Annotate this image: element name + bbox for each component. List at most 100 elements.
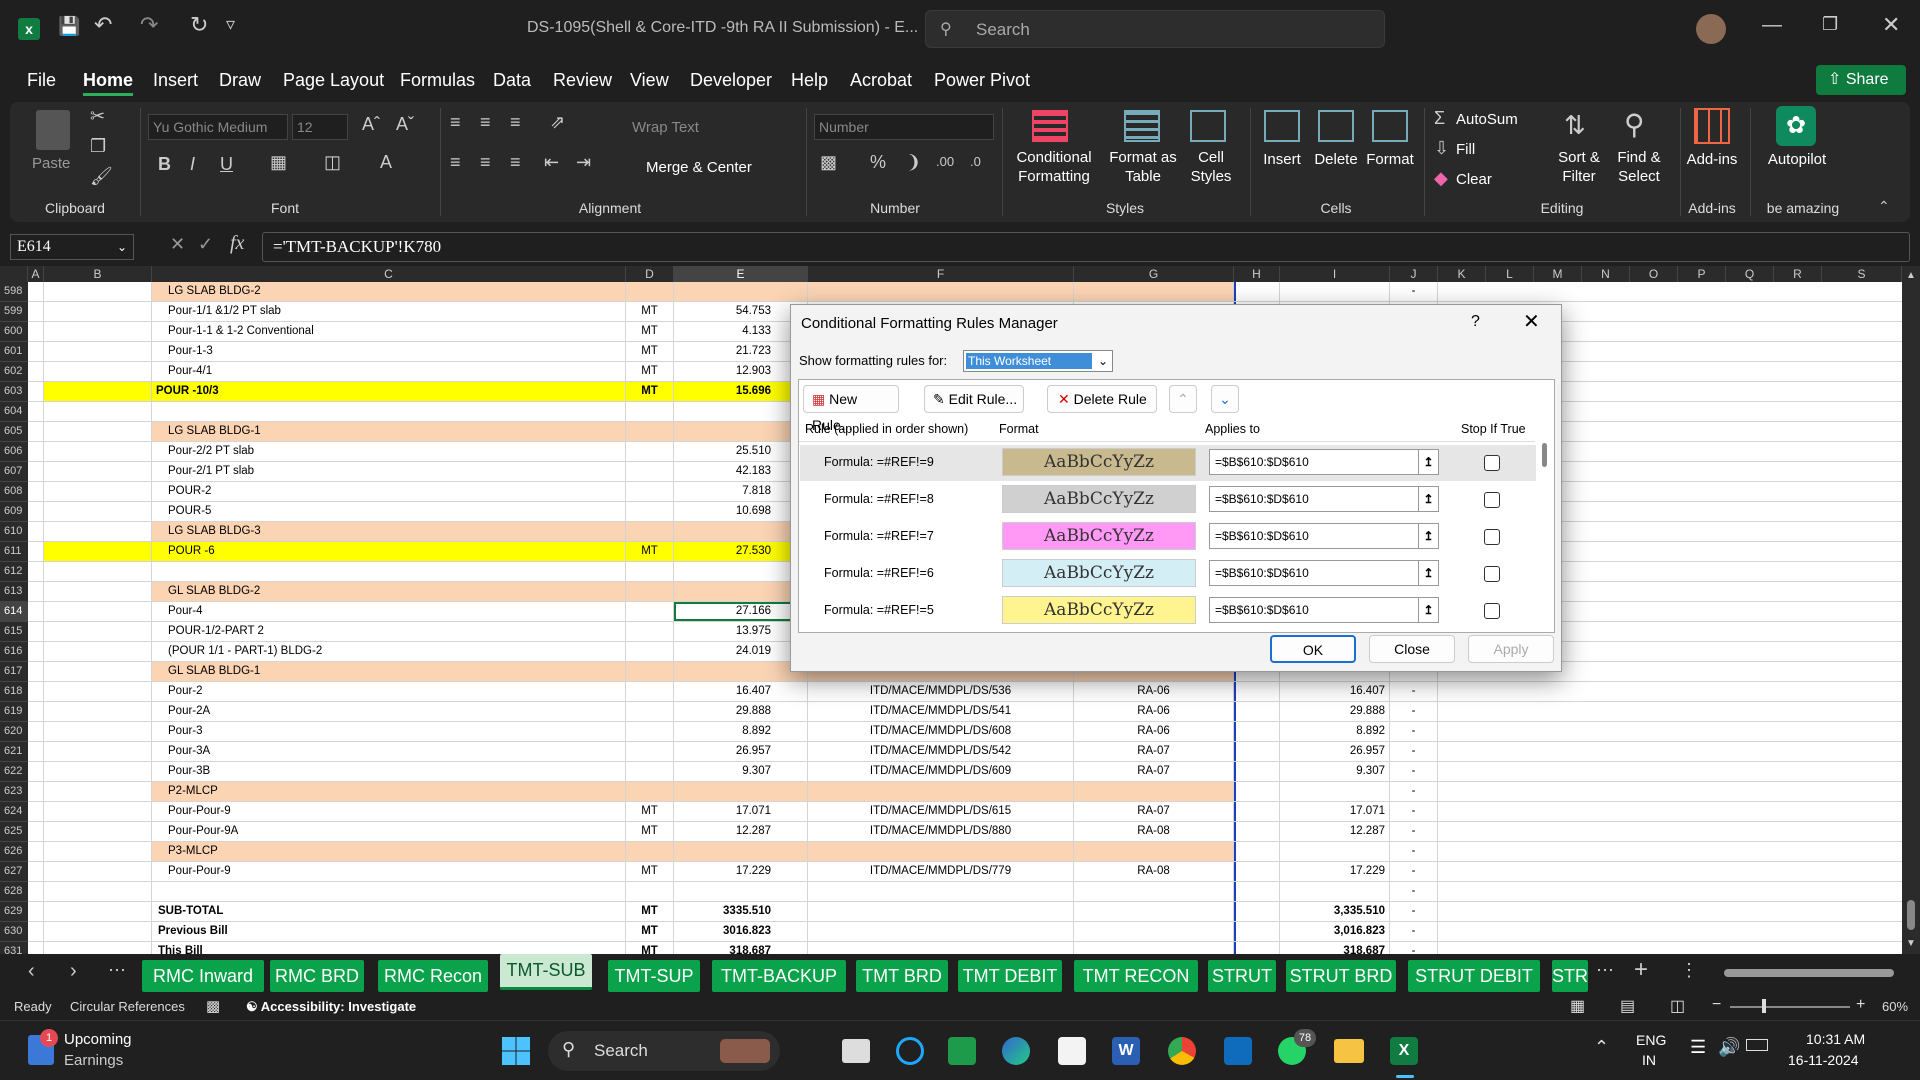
cell-d[interactable] [626, 662, 674, 681]
cell-c[interactable]: Pour-2/2 PT slab [152, 442, 626, 461]
copy-icon[interactable]: ❐ [90, 136, 106, 157]
menu-developer[interactable]: Developer [690, 70, 772, 91]
cell-a[interactable] [28, 822, 44, 841]
cell-d[interactable] [626, 462, 674, 481]
column-header[interactable]: L [1486, 266, 1534, 282]
cell-b[interactable] [44, 342, 152, 361]
cell-j[interactable]: - [1390, 882, 1438, 901]
cell-a[interactable] [28, 622, 44, 641]
cell-j[interactable]: - [1390, 942, 1438, 954]
cell-b[interactable] [44, 722, 152, 741]
cell-h[interactable] [1234, 682, 1280, 701]
cell-e[interactable]: 3335.510 [674, 902, 808, 921]
align-center-icon[interactable]: ≡ [480, 152, 491, 173]
tabs-more-icon[interactable]: ⋯ [108, 960, 126, 981]
zoom-slider-thumb[interactable] [1762, 999, 1766, 1013]
cell-d[interactable] [626, 762, 674, 781]
row-header[interactable]: 607 [0, 462, 28, 482]
cell-e[interactable] [674, 842, 808, 861]
cell-a[interactable] [28, 442, 44, 461]
cell-c[interactable]: Pour-3A [152, 742, 626, 761]
cell-h[interactable] [1234, 782, 1280, 801]
rules-scrollbar[interactable] [1539, 439, 1551, 629]
cell-b[interactable] [44, 902, 152, 921]
cell-i[interactable]: 9.307 [1280, 762, 1390, 781]
paste-button[interactable]: Paste [32, 154, 70, 173]
cell-e[interactable]: 42.183 [674, 462, 808, 481]
cell-h[interactable] [1234, 882, 1280, 901]
cell-c[interactable]: POUR -10/3 [152, 382, 626, 401]
row-header[interactable]: 599 [0, 302, 28, 322]
cell-i[interactable]: 12.287 [1280, 822, 1390, 841]
cell-i[interactable] [1280, 842, 1390, 861]
cell-b[interactable] [44, 702, 152, 721]
cell-e[interactable]: 17.071 [674, 802, 808, 821]
font-size-select[interactable]: 12 [292, 114, 348, 140]
cell-c[interactable] [152, 882, 626, 901]
cell-a[interactable] [28, 722, 44, 741]
refresh-icon[interactable]: ↻ [190, 12, 208, 38]
cell-b[interactable] [44, 442, 152, 461]
cell-b[interactable] [44, 282, 152, 301]
cell-a[interactable] [28, 762, 44, 781]
scroll-up-icon[interactable]: ▲ [1906, 270, 1916, 281]
cell-g[interactable] [1074, 842, 1234, 861]
row-header[interactable]: 616 [0, 642, 28, 662]
cell-d[interactable]: MT [626, 902, 674, 921]
column-header[interactable]: B [44, 266, 152, 282]
insert-cells-button[interactable]: Insert [1254, 150, 1310, 169]
cell-g[interactable]: RA-07 [1074, 742, 1234, 761]
new-rule-button[interactable]: ▦ New Rule... [803, 385, 899, 433]
cell-h[interactable] [1234, 802, 1280, 821]
stop-if-true-checkbox[interactable] [1484, 529, 1500, 545]
cell-a[interactable] [28, 842, 44, 861]
autopilot-button[interactable]: Autopilot [1762, 150, 1832, 169]
cell-c[interactable]: This Bill [152, 942, 626, 954]
scroll-thumb[interactable] [1907, 900, 1915, 930]
excel-taskbar-icon[interactable]: X [1390, 1037, 1418, 1065]
zoom-in-icon[interactable]: + [1856, 996, 1865, 1014]
cell-c[interactable]: Pour-2 [152, 682, 626, 701]
cell-e[interactable] [674, 882, 808, 901]
cell-d[interactable] [626, 442, 674, 461]
cell-d[interactable] [626, 702, 674, 721]
row-header[interactable]: 604 [0, 402, 28, 422]
font-color-icon[interactable]: A [380, 152, 392, 173]
row-header[interactable]: 612 [0, 562, 28, 582]
cell-e[interactable]: 3016.823 [674, 922, 808, 941]
tabs-overflow-icon[interactable]: ⋯ [1596, 960, 1614, 981]
formula-input[interactable]: ='TMT-BACKUP'!K780 [262, 232, 1910, 262]
cell-f[interactable]: ITD/MACE/MMDPL/DS/609 [808, 762, 1074, 781]
rules-scroll-thumb[interactable] [1542, 443, 1547, 467]
sheet-tab[interactable]: TMT DEBIT [958, 960, 1062, 992]
sheet-tab[interactable]: TMT-SUB [500, 954, 592, 990]
cell-a[interactable] [28, 342, 44, 361]
delete-cells-button[interactable]: Delete [1308, 150, 1364, 169]
horizontal-scrollbar[interactable] [1710, 966, 1910, 980]
cell-d[interactable] [626, 742, 674, 761]
wifi-icon[interactable]: ☰ [1690, 1037, 1706, 1058]
cell-i[interactable]: 17.229 [1280, 862, 1390, 881]
range-picker-icon[interactable]: ↥ [1418, 561, 1438, 585]
cell-g[interactable]: RA-07 [1074, 762, 1234, 781]
cell-i[interactable]: 3,335.510 [1280, 902, 1390, 921]
cell-a[interactable] [28, 522, 44, 541]
apply-button[interactable]: Apply [1468, 635, 1554, 663]
cell-a[interactable] [28, 462, 44, 481]
cell-c[interactable]: LG SLAB BLDG-1 [152, 422, 626, 441]
sheet-tab[interactable]: RMC Recon [378, 960, 488, 992]
cell-f[interactable]: ITD/MACE/MMDPL/DS/536 [808, 682, 1074, 701]
sheet-tab[interactable]: TMT-BACKUP [712, 960, 846, 992]
row-header[interactable]: 598 [0, 282, 28, 302]
cell-c[interactable]: Pour-Pour-9A [152, 822, 626, 841]
cell-i[interactable]: 26.957 [1280, 742, 1390, 761]
cell-b[interactable] [44, 942, 152, 954]
cell-b[interactable] [44, 502, 152, 521]
column-header[interactable]: R [1774, 266, 1822, 282]
cell-f[interactable] [808, 942, 1074, 954]
italic-icon[interactable]: I [190, 154, 195, 175]
cell-h[interactable] [1234, 942, 1280, 954]
cell-h[interactable] [1234, 762, 1280, 781]
row-header[interactable]: 618 [0, 682, 28, 702]
menu-power-pivot[interactable]: Power Pivot [934, 70, 1030, 91]
